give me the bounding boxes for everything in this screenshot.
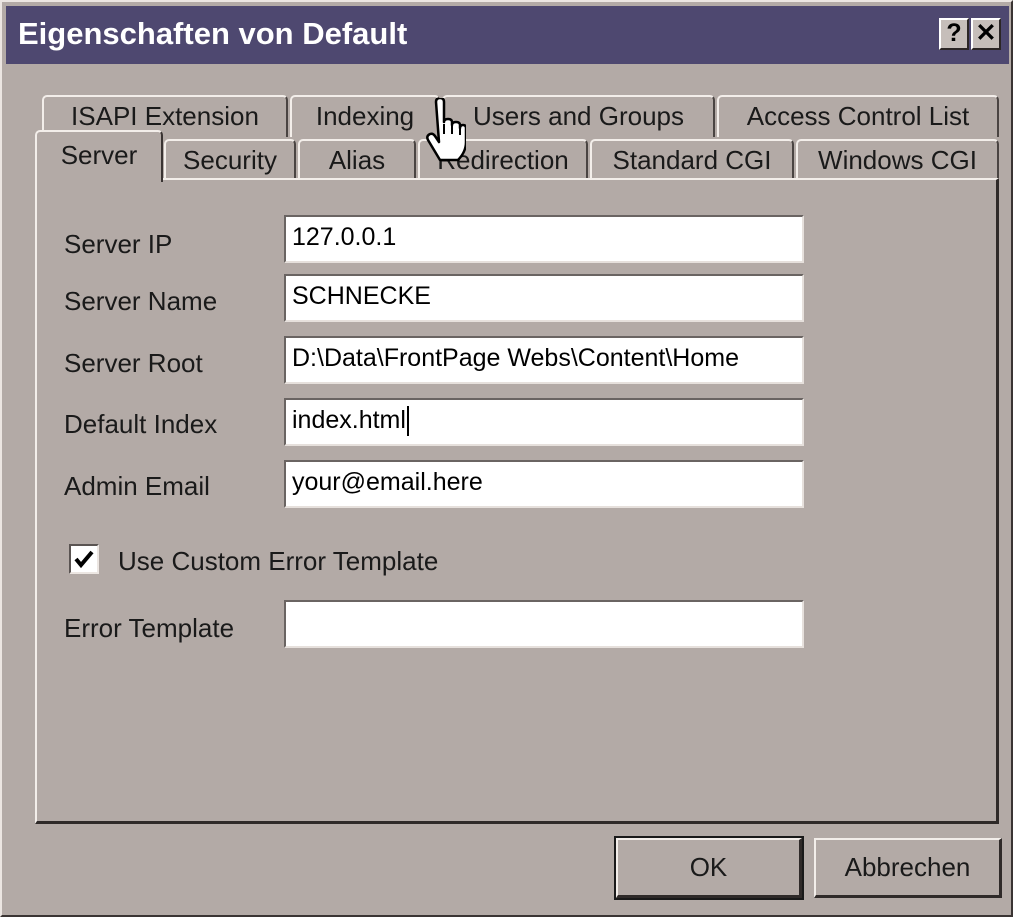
tab-windows-cgi[interactable]: Windows CGI — [796, 139, 999, 180]
close-icon[interactable]: ✕ — [971, 18, 1001, 50]
window-title: Eigenschaften von Default — [18, 16, 408, 51]
tab-indexing[interactable]: Indexing — [290, 95, 440, 137]
tab-standard-cgi[interactable]: Standard CGI — [590, 139, 794, 180]
default-index-label: Default Index — [64, 409, 218, 439]
tab-security[interactable]: Security — [164, 139, 296, 180]
server-ip-field[interactable]: 127.0.0.1 — [284, 215, 804, 263]
server-root-field[interactable]: D:\Data\FrontPage Webs\Content\Home — [284, 336, 804, 384]
admin-email-label: Admin Email — [64, 471, 210, 501]
checkmark-icon — [74, 550, 94, 569]
admin-email-field[interactable]: your@email.here — [284, 460, 804, 508]
help-icon[interactable]: ? — [939, 18, 969, 50]
properties-dialog: Eigenschaften von Default ? ✕ ISAPI Exte… — [0, 0, 1013, 917]
title-bar: Eigenschaften von Default ? ✕ — [6, 6, 1009, 64]
ok-button[interactable]: OK — [614, 836, 804, 900]
custom-error-label[interactable]: Use Custom Error Template — [118, 545, 438, 577]
server-root-label: Server Root — [64, 348, 203, 378]
server-name-field[interactable]: SCHNECKE — [284, 274, 804, 322]
error-template-field[interactable] — [284, 600, 804, 648]
default-index-field[interactable]: index.html — [284, 398, 804, 446]
error-template-label: Error Template — [64, 613, 235, 643]
tab-users-and-groups[interactable]: Users and Groups — [442, 95, 715, 137]
server-ip-label: Server IP — [64, 229, 173, 259]
text-caret — [406, 406, 409, 437]
hand-pointer-cursor-icon — [426, 98, 466, 162]
tab-access-control-list[interactable]: Access Control List — [717, 95, 999, 137]
server-name-label: Server Name — [64, 286, 218, 316]
cancel-button[interactable]: Abbrechen — [814, 838, 1002, 898]
custom-error-checkbox[interactable] — [69, 544, 99, 574]
default-index-value: index.html — [292, 406, 406, 434]
tab-server[interactable]: Server — [35, 130, 163, 182]
tab-alias[interactable]: Alias — [298, 139, 416, 180]
